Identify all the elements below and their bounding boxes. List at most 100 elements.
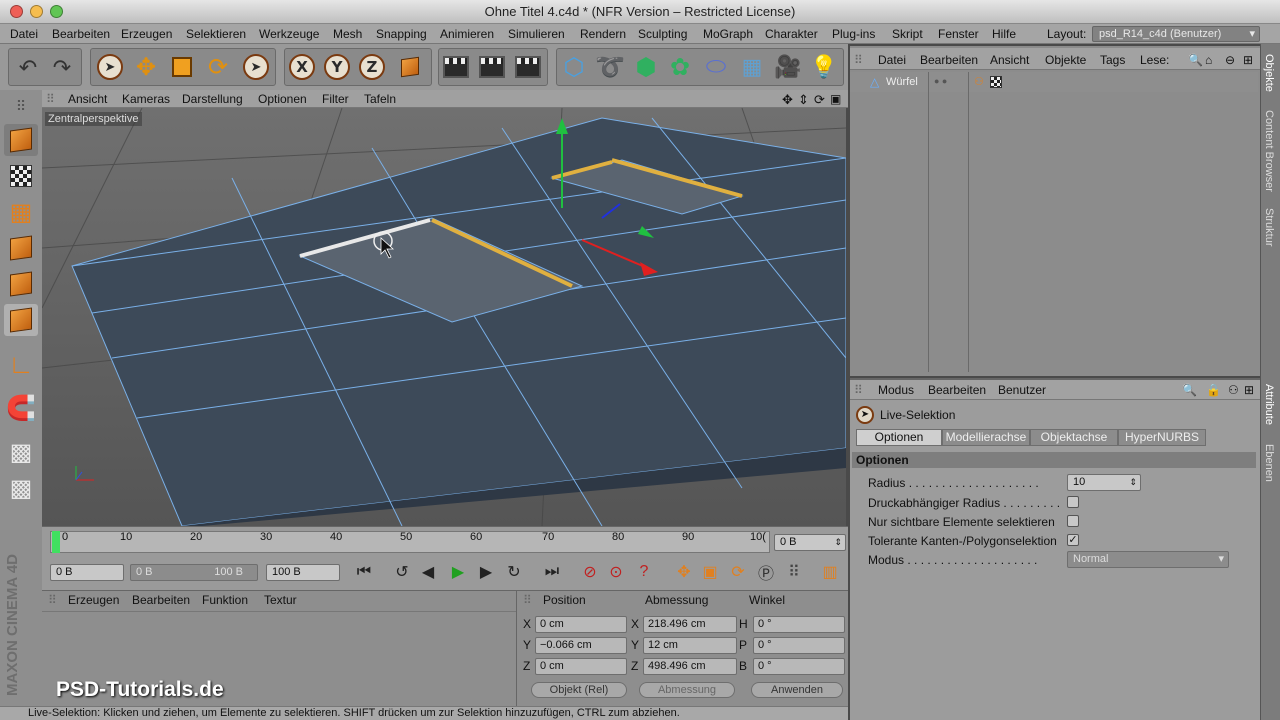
- cube-object-icon[interactable]: ⬡: [559, 52, 589, 82]
- menu-bearbeiten[interactable]: Bearbeiten: [52, 27, 110, 41]
- model-mode-button[interactable]: [4, 124, 38, 156]
- object-row-wurfel[interactable]: △ Würfel ● ● ⚇: [850, 72, 1258, 92]
- object-menu-ansicht[interactable]: Ansicht: [990, 53, 1029, 67]
- viewport-3d[interactable]: [42, 108, 846, 526]
- size-x-field[interactable]: 218.496 cm: [643, 616, 737, 633]
- pan-view-icon[interactable]: ✥: [782, 92, 793, 108]
- tab-hypernurbs[interactable]: HyperNURBS: [1118, 429, 1206, 446]
- new-window-icon[interactable]: ⊞: [1243, 53, 1253, 67]
- object-menu-bearbeiten[interactable]: Bearbeiten: [920, 53, 978, 67]
- viewport-menu-kameras[interactable]: Kameras: [122, 92, 170, 106]
- go-to-end-icon[interactable]: ⏭: [540, 560, 564, 584]
- sidetab-objekte[interactable]: Objekte: [1263, 54, 1275, 92]
- coordinate-mode-select[interactable]: Objekt (Rel): [531, 682, 627, 698]
- undo-icon[interactable]: ↶: [13, 53, 43, 83]
- coordinate-system-button[interactable]: [395, 52, 425, 82]
- maximize-view-icon[interactable]: ▣: [830, 92, 841, 106]
- mograph-cloner-icon[interactable]: ✿: [665, 52, 695, 82]
- key-scale-icon[interactable]: ▣: [698, 560, 722, 584]
- close-window-button[interactable]: [10, 5, 23, 18]
- lock-icon[interactable]: 🔒: [1206, 383, 1221, 397]
- rotation-h-field[interactable]: 0 °: [753, 616, 845, 633]
- link-icon[interactable]: ⚇: [1228, 383, 1239, 397]
- key-parameter-icon[interactable]: Ⓟ: [754, 560, 778, 584]
- axis-mode-icon[interactable]: ∟: [4, 348, 38, 380]
- key-rotation-icon[interactable]: ⟳: [726, 560, 750, 584]
- menu-mograph[interactable]: MoGraph: [703, 27, 753, 41]
- layout-select[interactable]: psd_R14_c4d (Benutzer) ▾: [1092, 26, 1260, 42]
- render-settings-button[interactable]: [513, 52, 543, 82]
- size-y-field[interactable]: 12 cm: [643, 637, 737, 654]
- key-point-level-icon[interactable]: ⠿: [782, 560, 806, 584]
- pressure-radius-checkbox[interactable]: [1067, 496, 1079, 508]
- attribute-menu-benutzer[interactable]: Benutzer: [998, 383, 1046, 397]
- last-tool-button[interactable]: ➤: [241, 52, 271, 82]
- play-icon[interactable]: ▶: [446, 560, 470, 584]
- step-back-icon[interactable]: ◀: [416, 560, 440, 584]
- timeline[interactable]: 0 10 20 30 40 50 60 70 80 90 10( 0 B ⇕: [42, 526, 848, 556]
- rotate-tool-icon[interactable]: ⟳: [203, 52, 233, 82]
- object-menu-datei[interactable]: Datei: [878, 53, 906, 67]
- y-axis-lock-button[interactable]: Y: [322, 52, 352, 82]
- menu-skript[interactable]: Skript: [892, 27, 923, 41]
- material-menu-textur[interactable]: Textur: [264, 593, 297, 607]
- home-icon[interactable]: ⌂: [1205, 53, 1212, 67]
- zoom-window-button[interactable]: [50, 5, 63, 18]
- tolerant-selection-checkbox[interactable]: ✓: [1067, 534, 1079, 546]
- visible-only-checkbox[interactable]: [1067, 515, 1079, 527]
- sidetab-attribute[interactable]: Attribute: [1263, 384, 1275, 425]
- render-picture-viewer-button[interactable]: [477, 52, 507, 82]
- menu-sculpting[interactable]: Sculpting: [638, 27, 687, 41]
- redo-icon[interactable]: ↷: [47, 53, 77, 83]
- polygons-mode-button[interactable]: [4, 304, 38, 336]
- visibility-dots-icon[interactable]: ● ●: [934, 76, 947, 86]
- size-mode-select[interactable]: Abmessung: [639, 682, 735, 698]
- zoom-view-icon[interactable]: ⇕: [798, 92, 809, 108]
- step-forward-icon[interactable]: ▶: [474, 560, 498, 584]
- rotation-p-field[interactable]: 0 °: [753, 637, 845, 654]
- magnet-icon[interactable]: 🧲: [4, 392, 38, 424]
- sidetab-ebenen[interactable]: Ebenen: [1263, 444, 1275, 482]
- go-to-next-key-icon[interactable]: ↻: [502, 560, 526, 584]
- workplane-icon[interactable]: ▦: [4, 196, 38, 228]
- deformer-icon[interactable]: ⬭: [701, 52, 731, 82]
- apply-button[interactable]: Anwenden: [751, 682, 843, 698]
- viewport-menu-filter[interactable]: Filter: [322, 92, 349, 106]
- menu-charakter[interactable]: Charakter: [765, 27, 818, 41]
- camera-icon[interactable]: 🎥: [773, 52, 803, 82]
- object-menu-lesezeichen[interactable]: Lese:: [1140, 53, 1169, 67]
- material-menu-bearbeiten[interactable]: Bearbeiten: [132, 593, 190, 607]
- texture-tag-icon[interactable]: [990, 76, 1002, 88]
- menu-mesh[interactable]: Mesh: [333, 27, 362, 41]
- material-menu-erzeugen[interactable]: Erzeugen: [68, 593, 119, 607]
- attribute-menu-modus[interactable]: Modus: [878, 383, 914, 397]
- viewport-menu-tafeln[interactable]: Tafeln: [364, 92, 396, 106]
- snapping-grid-icon[interactable]: ▩: [4, 472, 38, 504]
- locked-workplane-icon[interactable]: ▩: [4, 436, 38, 468]
- menu-plugins[interactable]: Plug-ins: [832, 27, 875, 41]
- spline-icon[interactable]: ➰: [595, 52, 625, 82]
- menu-simulieren[interactable]: Simulieren: [508, 27, 565, 41]
- size-z-field[interactable]: 498.496 cm: [643, 658, 737, 675]
- light-bulb-icon[interactable]: 💡: [809, 52, 839, 82]
- menu-animieren[interactable]: Animieren: [440, 27, 494, 41]
- menu-selektieren[interactable]: Selektieren: [186, 27, 246, 41]
- x-axis-lock-button[interactable]: X: [287, 52, 317, 82]
- current-frame-field[interactable]: 0 B ⇕: [774, 534, 846, 551]
- scale-tool-button[interactable]: [167, 52, 197, 82]
- tab-modellierachse[interactable]: Modellierachse: [942, 429, 1030, 446]
- go-to-start-icon[interactable]: ⏮: [352, 560, 376, 584]
- nurbs-icon[interactable]: ⬢: [631, 52, 661, 82]
- mode-select[interactable]: Normal ▾: [1067, 551, 1229, 568]
- key-position-icon[interactable]: ✥: [672, 560, 696, 584]
- playhead-marker[interactable]: [52, 531, 60, 553]
- minimize-window-button[interactable]: [30, 5, 43, 18]
- rotate-view-icon[interactable]: ⟳: [814, 92, 825, 108]
- start-frame-field[interactable]: 0 B: [50, 564, 124, 581]
- viewport-menu-ansicht[interactable]: Ansicht: [68, 92, 107, 106]
- menu-fenster[interactable]: Fenster: [938, 27, 979, 41]
- render-view-button[interactable]: [441, 52, 471, 82]
- auto-keying-icon[interactable]: ⊙: [604, 560, 628, 584]
- edges-mode-button[interactable]: [4, 268, 38, 300]
- tab-objektachse[interactable]: Objektachse: [1030, 429, 1118, 446]
